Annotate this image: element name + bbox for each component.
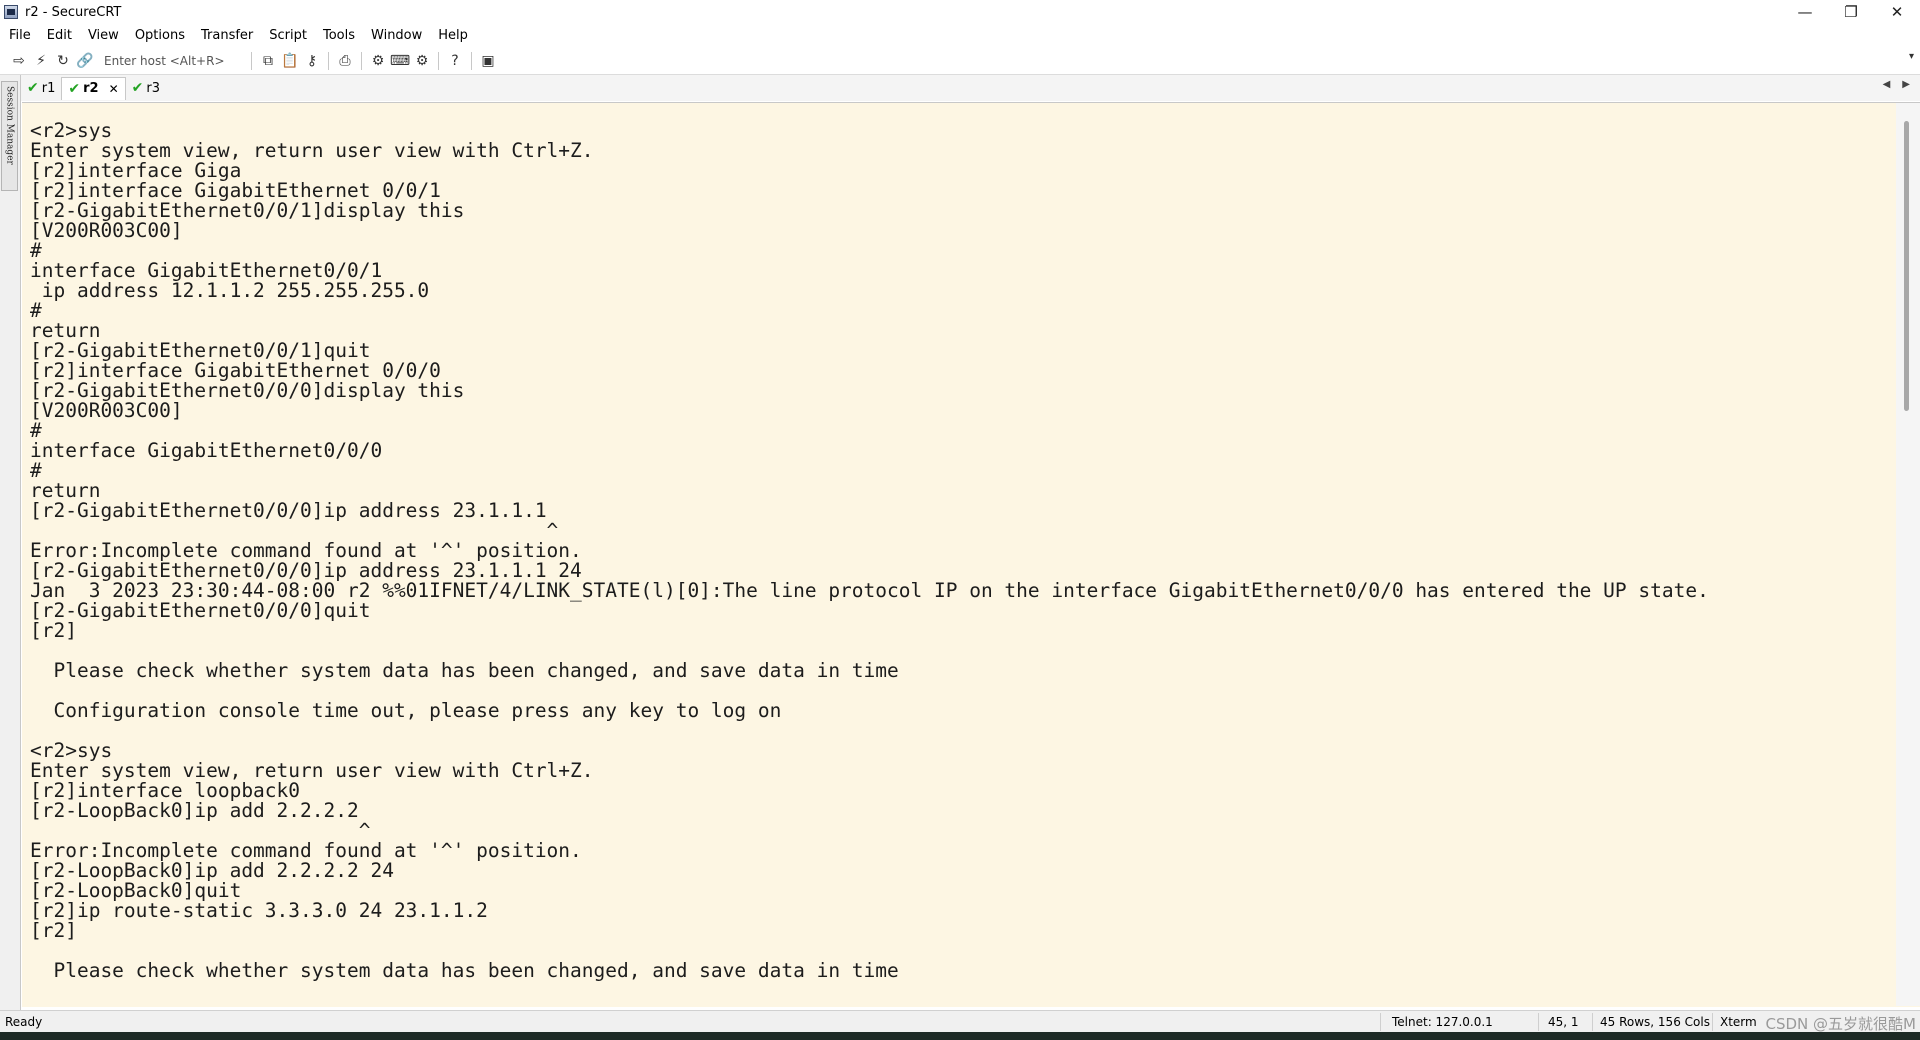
title-bar: r2 - SecureCRT — ❐ ✕ [0, 0, 1920, 24]
terminal-output[interactable]: <r2>sys Enter system view, return user v… [30, 121, 1890, 1001]
watermark-overlay: CSDN @五岁就很酷M [1765, 1015, 1916, 1033]
session-tab-bar: ✔ r1 ✔ r2 ✕ ✔ r3 ◀ ▶ [21, 75, 1920, 101]
status-emulation: Xterm [1720, 1015, 1757, 1029]
find-icon[interactable]: ⚷ [301, 50, 323, 72]
print-icon[interactable]: ⎙ [334, 50, 356, 72]
copy-icon[interactable]: ⧉ [257, 50, 279, 72]
toolbar-separator [328, 51, 329, 70]
close-tab-icon[interactable]: ✕ [109, 82, 119, 96]
vertical-scrollbar[interactable] [1896, 103, 1920, 1006]
terminal-frame: <r2>sys Enter system view, return user v… [22, 102, 1920, 1007]
toolbar-separator [471, 51, 472, 70]
close-window-button[interactable]: ✕ [1874, 0, 1920, 24]
menu-view[interactable]: View [79, 28, 126, 43]
tab-r2[interactable]: ✔ r2 ✕ [61, 76, 126, 100]
window-title: r2 - SecureCRT [25, 4, 122, 20]
menu-edit[interactable]: Edit [38, 28, 79, 43]
menu-transfer[interactable]: Transfer [192, 28, 260, 43]
status-divider [1712, 1013, 1713, 1031]
minimize-button[interactable]: — [1782, 0, 1828, 24]
toolbar-separator [361, 51, 362, 70]
toolbar: ⇨ ⚡ ↻ 🔗 ⧉ 📋 ⚷ ⎙ ⚙ ⌨ ⚙ ? ▣ ▾ [0, 47, 1920, 75]
tab-scroll-controls: ◀ ▶ [1883, 79, 1910, 90]
status-bar: Ready Telnet: 127.0.0.1 45, 1 45 Rows, 1… [0, 1010, 1920, 1033]
screen-icon[interactable]: ▣ [477, 50, 499, 72]
tab-label: r1 [41, 80, 56, 96]
keymap-icon[interactable]: ⌨ [389, 50, 411, 72]
taskbar-strip [0, 1032, 1920, 1040]
connect-icon[interactable]: ⇨ [8, 50, 30, 72]
restore-button[interactable]: ❐ [1828, 0, 1874, 24]
tab-label: r3 [146, 80, 160, 96]
settings-icon[interactable]: ⚙ [367, 50, 389, 72]
tab-scroll-right-icon[interactable]: ▶ [1902, 79, 1910, 90]
status-terminal-size: 45 Rows, 156 Cols [1600, 1015, 1710, 1029]
toolbar-separator [438, 51, 439, 70]
paste-icon[interactable]: 📋 [279, 50, 301, 72]
tab-r1[interactable]: ✔ r1 [21, 77, 61, 99]
scrollbar-thumb[interactable] [1904, 121, 1909, 411]
menu-script[interactable]: Script [260, 28, 314, 43]
menu-window[interactable]: Window [362, 28, 429, 43]
status-cursor-position: 45, 1 [1548, 1015, 1579, 1029]
menu-options[interactable]: Options [126, 28, 192, 43]
session-manager-panel: Session Manager [0, 75, 21, 1010]
status-ready: Ready [5, 1015, 43, 1029]
status-divider [1592, 1013, 1593, 1031]
securecrt-app-icon[interactable] [4, 5, 18, 19]
disconnect-icon[interactable]: 🔗 [74, 50, 96, 72]
status-divider [1380, 1013, 1381, 1031]
connected-check-icon: ✔ [131, 80, 144, 96]
menu-bar: File Edit View Options Transfer Script T… [0, 24, 1920, 46]
quick-connect-icon[interactable]: ⚡ [30, 50, 52, 72]
toolbar-overflow-icon[interactable]: ▾ [1909, 51, 1914, 62]
connected-check-icon: ✔ [27, 80, 39, 96]
status-connection: Telnet: 127.0.0.1 [1392, 1015, 1493, 1029]
session-manager-tab[interactable]: Session Manager [1, 81, 18, 191]
menu-help[interactable]: Help [429, 28, 475, 43]
reconnect-icon[interactable]: ↻ [52, 50, 74, 72]
toolbar-separator [251, 51, 252, 70]
tab-label: r2 [83, 81, 99, 96]
window-controls: — ❐ ✕ [1782, 0, 1920, 24]
tab-r3[interactable]: ✔ r3 [126, 77, 166, 99]
enter-host-input[interactable] [102, 50, 246, 71]
tab-scroll-left-icon[interactable]: ◀ [1883, 79, 1891, 90]
status-divider [1538, 1013, 1539, 1031]
sftp-icon[interactable]: ⚙ [411, 50, 433, 72]
connected-check-icon: ✔ [68, 80, 81, 97]
help-icon[interactable]: ? [444, 50, 466, 72]
menu-tools[interactable]: Tools [314, 28, 362, 43]
menu-file[interactable]: File [0, 28, 38, 43]
